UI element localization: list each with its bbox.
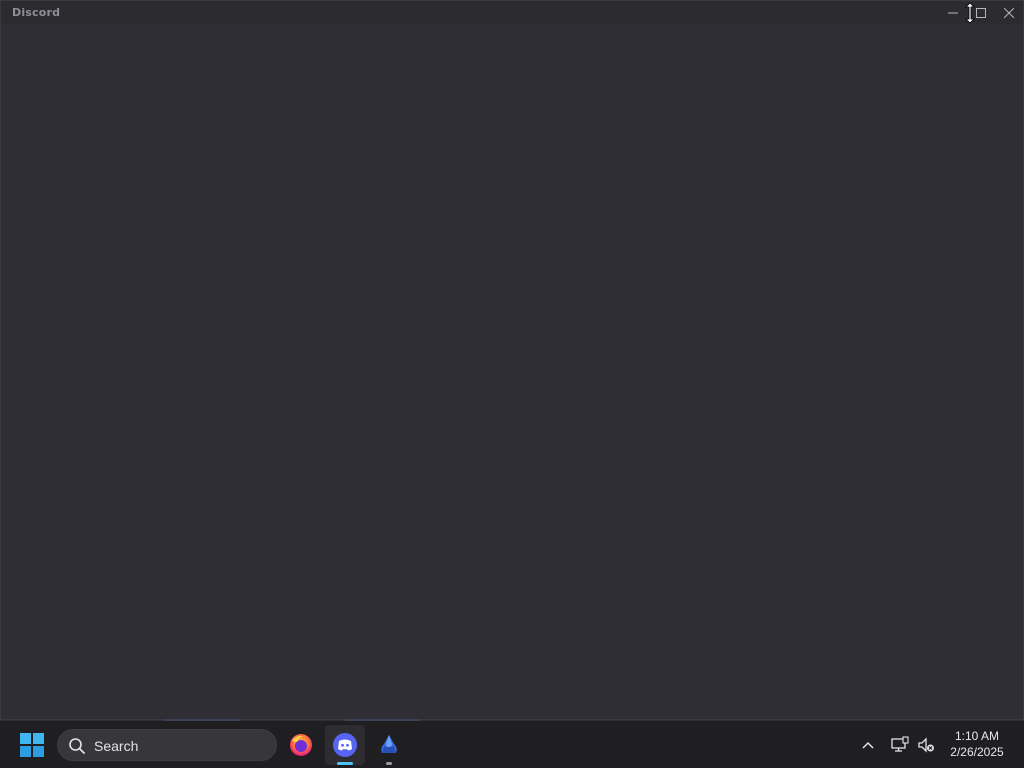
maximize-icon: [976, 8, 986, 18]
resize-cursor-icon: [965, 2, 975, 24]
active-app-indicator: [337, 762, 353, 765]
windows-logo-icon: [20, 733, 44, 757]
close-button[interactable]: [995, 1, 1023, 25]
start-button[interactable]: [16, 729, 48, 761]
close-icon: [1004, 8, 1014, 18]
clock-date: 2/26/2025: [950, 745, 1004, 759]
app-content-area: [1, 25, 1023, 719]
taskbar-app-firefox[interactable]: [281, 725, 321, 765]
window-title: Discord: [12, 6, 61, 19]
discord-window: Discord: [0, 0, 1024, 720]
search-placeholder: Search: [94, 738, 139, 754]
system-clock[interactable]: 1:10 AM 2/26/2025: [944, 728, 1010, 760]
taskbar-app-blue[interactable]: [369, 725, 409, 765]
clock-time: 1:10 AM: [954, 729, 1000, 743]
window-controls: [939, 1, 1023, 25]
chevron-up-icon[interactable]: [858, 735, 878, 755]
title-bar[interactable]: Discord: [1, 1, 1023, 25]
volume-muted-icon[interactable]: [916, 735, 936, 755]
running-app-indicator: [386, 762, 392, 765]
taskbar-edge-highlight: [165, 719, 240, 721]
network-icon[interactable]: [890, 735, 910, 755]
discord-icon: [333, 733, 357, 757]
taskbar-edge-highlight: [345, 719, 420, 721]
taskbar: Search 1:10 AM 2/26/2025: [0, 719, 1024, 768]
minimize-button[interactable]: [939, 1, 967, 25]
search-icon: [69, 738, 85, 754]
firefox-icon: [290, 734, 312, 756]
blue-app-icon: [381, 735, 397, 753]
taskbar-app-discord[interactable]: [325, 725, 365, 765]
minimize-icon: [948, 12, 958, 14]
taskbar-search-box[interactable]: Search: [57, 729, 277, 761]
